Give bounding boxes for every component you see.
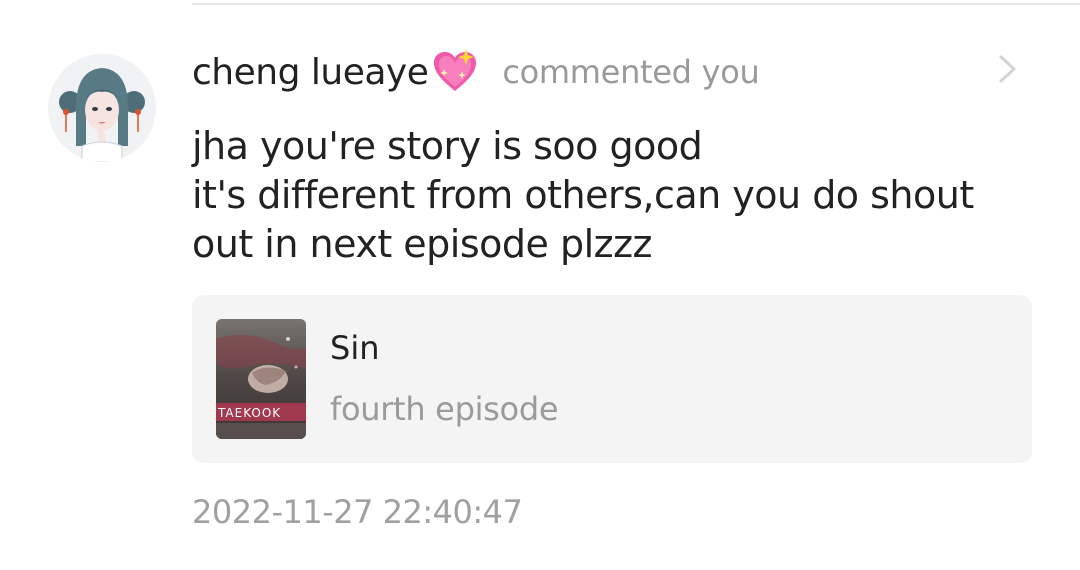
chevron-right-icon[interactable] [996,54,1020,84]
sparkling-heart-icon [430,47,480,97]
avatar-icon [48,54,156,162]
story-cover-text: TAEKOOK [217,406,281,420]
top-divider [192,3,1080,5]
story-episode: fourth episode [330,390,559,428]
comment-text: jha you're story is soo good it's differ… [192,122,1022,269]
notification-header: cheng lueaye commented you [192,46,760,98]
action-text: commented you [502,53,760,91]
comment-line: out in next episode plzzz [192,222,653,266]
user-avatar[interactable] [48,54,156,162]
notification-page: cheng lueaye commented you jha you're st… [0,0,1080,570]
timestamp: 2022-11-27 22:40:47 [192,493,523,531]
story-title[interactable]: Sin [330,329,379,367]
story-cover-image: TAEKOOK [216,319,306,439]
story-card[interactable]: TAEKOOK Sin fourth episode [192,295,1032,463]
username[interactable]: cheng lueaye [192,52,429,93]
comment-line: jha you're story is soo good [192,124,703,168]
comment-line: it's different from others,can you do sh… [192,173,974,217]
